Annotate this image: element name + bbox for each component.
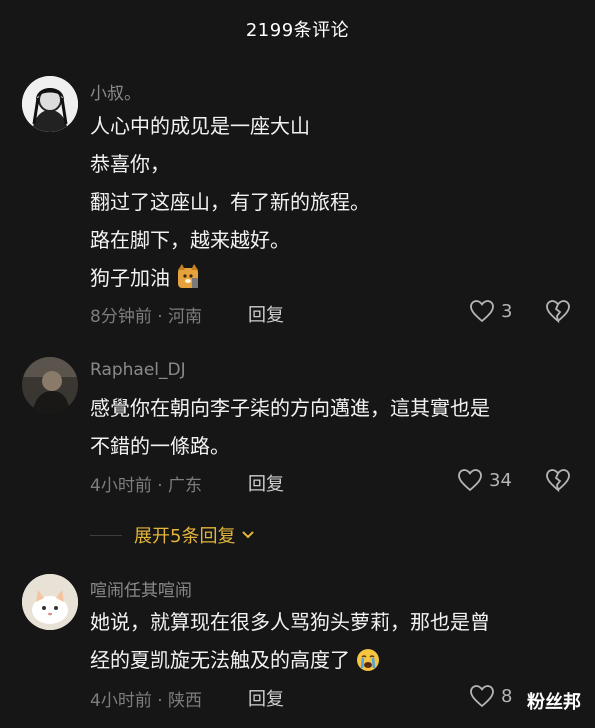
comment-time: 8分钟前 [90, 307, 152, 327]
comment-meta: 8分钟前 · 河南 [90, 302, 202, 327]
broken-heart-icon [546, 300, 570, 324]
username[interactable]: 小叔。 [90, 79, 141, 104]
dislike-button[interactable] [545, 468, 571, 496]
comment-time: 4小时前 [90, 476, 152, 496]
like-count: 8 [501, 685, 513, 707]
reply-button[interactable]: 回复 [248, 301, 284, 327]
dislike-button[interactable] [545, 299, 571, 327]
comment-location: 陕西 [168, 691, 203, 711]
comment-meta: 4小时前 · 广东 [90, 471, 202, 496]
broken-heart-icon [546, 469, 570, 493]
heart-outline-icon [470, 300, 494, 323]
comment-line: 经的夏凯旋无法触及的高度了 [90, 648, 350, 672]
divider [90, 534, 122, 536]
crying-face-icon [356, 646, 380, 684]
comment-location: 河南 [168, 307, 203, 327]
dog-emoji-icon [176, 264, 200, 302]
like-count: 34 [489, 469, 512, 491]
watermark-logo: 粉丝邦 [527, 692, 581, 713]
heart-outline-icon [458, 469, 482, 492]
chevron-down-icon [242, 531, 255, 539]
reply-button[interactable]: 回复 [248, 470, 284, 496]
avatar[interactable] [22, 76, 78, 132]
avatar[interactable] [22, 574, 78, 630]
comments-header: 2199条评论 [0, 0, 595, 58]
like-button[interactable]: 8 [469, 684, 512, 708]
comment-line: 她说，就算现在很多人骂狗头萝莉，那也是曾 [90, 610, 490, 634]
meta-separator: · [151, 307, 169, 327]
comment-line: 不錯的一條路。 [90, 434, 230, 458]
comment-text: 她说，就算现在很多人骂狗头萝莉，那也是曾 经的夏凯旋无法触及的高度了 [90, 603, 570, 684]
meta-separator: · [151, 691, 169, 711]
comment-location: 广东 [168, 476, 203, 496]
comment-line: 路在脚下，越来越好。 [90, 228, 290, 252]
username[interactable]: Raphael_DJ [90, 360, 186, 380]
comment-line-with-emoji: 经的夏凯旋无法触及的高度了 [90, 641, 570, 684]
comment-line: 翻过了这座山，有了新的旅程。 [90, 190, 370, 214]
meta-separator: · [151, 476, 169, 496]
comment-line-with-emoji: 狗子加油 [90, 259, 570, 302]
comment-line: 人心中的成见是一座大山 [90, 114, 310, 138]
comment-meta: 4小时前 · 陕西 [90, 686, 202, 711]
comment-line: 恭喜你， [90, 152, 170, 176]
like-count: 3 [501, 300, 513, 322]
expand-replies-label[interactable]: 展开5条回复 [134, 522, 235, 548]
expand-replies[interactable]: 展开5条回复 [90, 522, 257, 548]
username[interactable]: 喧闹任其喧闹 [90, 576, 192, 601]
comment-line: 感覺你在朝向李子柒的方向邁進，這其實也是 [90, 396, 490, 420]
heart-outline-icon [470, 685, 494, 708]
comment-line: 狗子加油 [90, 266, 170, 290]
comment-time: 4小时前 [90, 691, 152, 711]
like-button[interactable]: 34 [457, 468, 512, 492]
comment-text: 人心中的成见是一座大山 恭喜你， 翻过了这座山，有了新的旅程。 路在脚下，越来越… [90, 107, 570, 302]
avatar[interactable] [22, 357, 78, 413]
comment-text: 感覺你在朝向李子柒的方向邁進，這其實也是 不錯的一條路。 [90, 389, 570, 465]
comment-count-title: 2199条评论 [245, 20, 350, 41]
reply-button[interactable]: 回复 [248, 685, 284, 711]
like-button[interactable]: 3 [469, 299, 512, 323]
